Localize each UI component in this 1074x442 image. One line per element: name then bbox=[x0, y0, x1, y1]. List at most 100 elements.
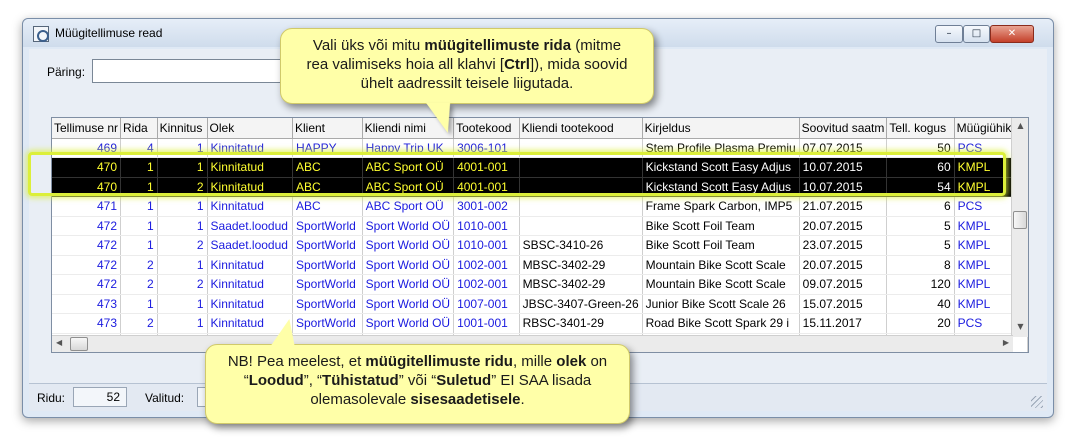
table-row[interactable]: 470 1 2 Kinnitatud ABC ABC Sport OÜ 4001-001 Ki… bbox=[52, 177, 1028, 197]
cell-client[interactable]: SportWorld bbox=[292, 216, 363, 236]
order-lines-grid[interactable]: Tellimuse nr Rida Kinnitus Olek Klient K… bbox=[51, 117, 1029, 353]
cell-product-code[interactable]: 3001-002 bbox=[453, 196, 520, 217]
cell-confirmation[interactable]: 2 bbox=[157, 235, 208, 256]
cell-description[interactable]: Kickstand Scott Easy Adjus bbox=[642, 177, 800, 197]
cell-client-product-code[interactable] bbox=[519, 157, 643, 178]
cell-order-nr[interactable]: 472 bbox=[52, 255, 122, 275]
cell-product-code[interactable]: 4001-001 bbox=[453, 177, 520, 197]
vertical-scroll-thumb[interactable] bbox=[1013, 211, 1027, 229]
cell-desired-ship-date[interactable]: 23.07.2015 bbox=[799, 235, 888, 256]
cell-order-qty[interactable]: 8 bbox=[886, 255, 955, 275]
cell-client[interactable]: ABC bbox=[292, 177, 363, 197]
cell-desired-ship-date[interactable]: 20.07.2015 bbox=[799, 216, 888, 236]
table-row[interactable]: 473 1 1 Kinnitatud SportWorld Sport World OÜ 1… bbox=[52, 294, 1028, 314]
scroll-down-icon[interactable]: ▼ bbox=[1015, 322, 1026, 334]
cell-confirmation[interactable]: 1 bbox=[157, 196, 208, 217]
cell-line[interactable]: 2 bbox=[120, 255, 158, 275]
cell-product-code[interactable]: 3006-101 bbox=[453, 138, 520, 158]
cell-line[interactable]: 1 bbox=[120, 235, 158, 256]
cell-line[interactable]: 1 bbox=[120, 177, 158, 197]
col-client[interactable]: Klient bbox=[292, 118, 363, 139]
cell-desired-ship-date[interactable]: 21.07.2015 bbox=[799, 196, 888, 217]
cell-line[interactable]: 1 bbox=[120, 294, 158, 314]
cell-product-code[interactable]: 1002-001 bbox=[453, 255, 520, 275]
cell-order-nr[interactable]: 470 bbox=[52, 177, 122, 197]
cell-confirmation[interactable]: 1 bbox=[157, 255, 208, 275]
cell-status[interactable]: Saadet.loodud bbox=[207, 235, 294, 256]
cell-desired-ship-date[interactable]: 15.07.2015 bbox=[799, 294, 888, 314]
cell-order-nr[interactable]: 473 bbox=[52, 294, 122, 314]
cell-client-product-code[interactable]: SBSC-3410-26 bbox=[519, 235, 643, 256]
cell-product-code[interactable]: 4001-001 bbox=[453, 157, 520, 178]
scroll-up-icon[interactable]: ▲ bbox=[1015, 121, 1026, 133]
cell-client-name[interactable]: ABC Sport OÜ bbox=[362, 157, 455, 178]
cell-client-product-code[interactable]: JBSC-3407-Green-26 bbox=[519, 294, 643, 314]
cell-order-nr[interactable]: 472 bbox=[52, 274, 122, 295]
col-description[interactable]: Kirjeldus bbox=[642, 118, 800, 139]
cell-client-name[interactable]: Sport World OÜ bbox=[362, 216, 455, 236]
col-order-qty[interactable]: Tell. kogus bbox=[886, 118, 955, 139]
cell-order-qty[interactable]: 20 bbox=[886, 313, 955, 334]
cell-desired-ship-date[interactable]: 09.07.2015 bbox=[799, 274, 888, 295]
cell-client-name[interactable]: Sport World OÜ bbox=[362, 313, 455, 334]
cell-line[interactable]: 1 bbox=[120, 216, 158, 236]
cell-client[interactable]: SportWorld bbox=[292, 274, 363, 295]
resize-grip-icon[interactable] bbox=[1031, 396, 1043, 408]
cell-client[interactable]: ABC bbox=[292, 196, 363, 217]
cell-confirmation[interactable]: 1 bbox=[157, 157, 208, 178]
cell-client[interactable]: SportWorld bbox=[292, 313, 363, 334]
cell-status[interactable]: Kinnitatud bbox=[207, 255, 294, 275]
cell-order-qty[interactable]: 5 bbox=[886, 216, 955, 236]
cell-description[interactable]: Junior Bike Scott Scale 26 bbox=[642, 294, 800, 314]
cell-description[interactable]: Stem Profile Plasma Premiu bbox=[642, 138, 800, 158]
cell-product-code[interactable]: 1001-001 bbox=[453, 313, 520, 334]
cell-status[interactable]: Kinnitatud bbox=[207, 177, 294, 197]
table-row[interactable]: 470 1 1 Kinnitatud ABC ABC Sport OÜ 4001-001 Ki… bbox=[52, 157, 1028, 178]
col-client-product-code[interactable]: Kliendi tootekood bbox=[519, 118, 643, 139]
close-button[interactable]: ✕ bbox=[990, 25, 1034, 43]
cell-status[interactable]: Saadet.loodud bbox=[207, 216, 294, 236]
cell-confirmation[interactable]: 1 bbox=[157, 294, 208, 314]
cell-client-product-code[interactable] bbox=[519, 216, 643, 236]
cell-order-nr[interactable]: 472 bbox=[52, 235, 122, 256]
cell-client-name[interactable]: Sport World OÜ bbox=[362, 274, 455, 295]
cell-description[interactable]: Frame Spark Carbon, IMP5 bbox=[642, 196, 800, 217]
cell-confirmation[interactable]: 2 bbox=[157, 177, 208, 197]
cell-client-product-code[interactable]: MBSC-3402-29 bbox=[519, 274, 643, 295]
cell-client-name[interactable]: ABC Sport OÜ bbox=[362, 196, 455, 217]
cell-order-qty[interactable]: 40 bbox=[886, 294, 955, 314]
cell-order-qty[interactable]: 6 bbox=[886, 196, 955, 217]
cell-confirmation[interactable]: 2 bbox=[157, 274, 208, 295]
cell-order-qty[interactable]: 60 bbox=[886, 157, 955, 178]
query-input[interactable] bbox=[92, 59, 292, 83]
cell-desired-ship-date[interactable]: 07.07.2015 bbox=[799, 138, 888, 158]
cell-status[interactable]: Kinnitatud bbox=[207, 274, 294, 295]
cell-order-qty[interactable]: 50 bbox=[886, 138, 955, 158]
cell-client-name[interactable]: Happy Trip UK bbox=[362, 138, 455, 158]
cell-product-code[interactable]: 1002-001 bbox=[453, 274, 520, 295]
cell-status[interactable]: Kinnitatud bbox=[207, 294, 294, 314]
cell-description[interactable]: Mountain Bike Scott Scale bbox=[642, 255, 800, 275]
cell-client-name[interactable]: ABC Sport OÜ bbox=[362, 177, 455, 197]
cell-desired-ship-date[interactable]: 10.07.2015 bbox=[799, 157, 888, 178]
table-row[interactable]: 469 4 1 Kinnitatud HAPPY Happy Trip UK 3006-10… bbox=[52, 138, 1028, 158]
cell-client-product-code[interactable] bbox=[519, 196, 643, 217]
cell-order-nr[interactable]: 473 bbox=[52, 313, 122, 334]
table-row[interactable]: 471 1 1 Kinnitatud ABC ABC Sport OÜ 3001-002 Fr… bbox=[52, 196, 1028, 217]
cell-client[interactable]: SportWorld bbox=[292, 235, 363, 256]
cell-order-nr[interactable]: 469 bbox=[52, 138, 122, 158]
cell-client-name[interactable]: Sport World OÜ bbox=[362, 255, 455, 275]
cell-confirmation[interactable]: 1 bbox=[157, 138, 208, 158]
cell-client-name[interactable]: Sport World OÜ bbox=[362, 294, 455, 314]
col-line[interactable]: Rida bbox=[120, 118, 158, 139]
cell-status[interactable]: Kinnitatud bbox=[207, 196, 294, 217]
scroll-left-icon[interactable]: ◀ bbox=[56, 338, 62, 347]
maximize-button[interactable]: □ bbox=[963, 25, 990, 43]
cell-description[interactable]: Road Bike Scott Spark 29 i bbox=[642, 313, 800, 334]
col-order-nr[interactable]: Tellimuse nr bbox=[52, 118, 122, 139]
cell-line[interactable]: 1 bbox=[120, 157, 158, 178]
table-row[interactable]: 472 2 1 Kinnitatud SportWorld Sport World OÜ 1… bbox=[52, 255, 1028, 275]
cell-client[interactable]: SportWorld bbox=[292, 294, 363, 314]
cell-status[interactable]: Kinnitatud bbox=[207, 138, 294, 158]
cell-client[interactable]: HAPPY bbox=[292, 138, 363, 158]
